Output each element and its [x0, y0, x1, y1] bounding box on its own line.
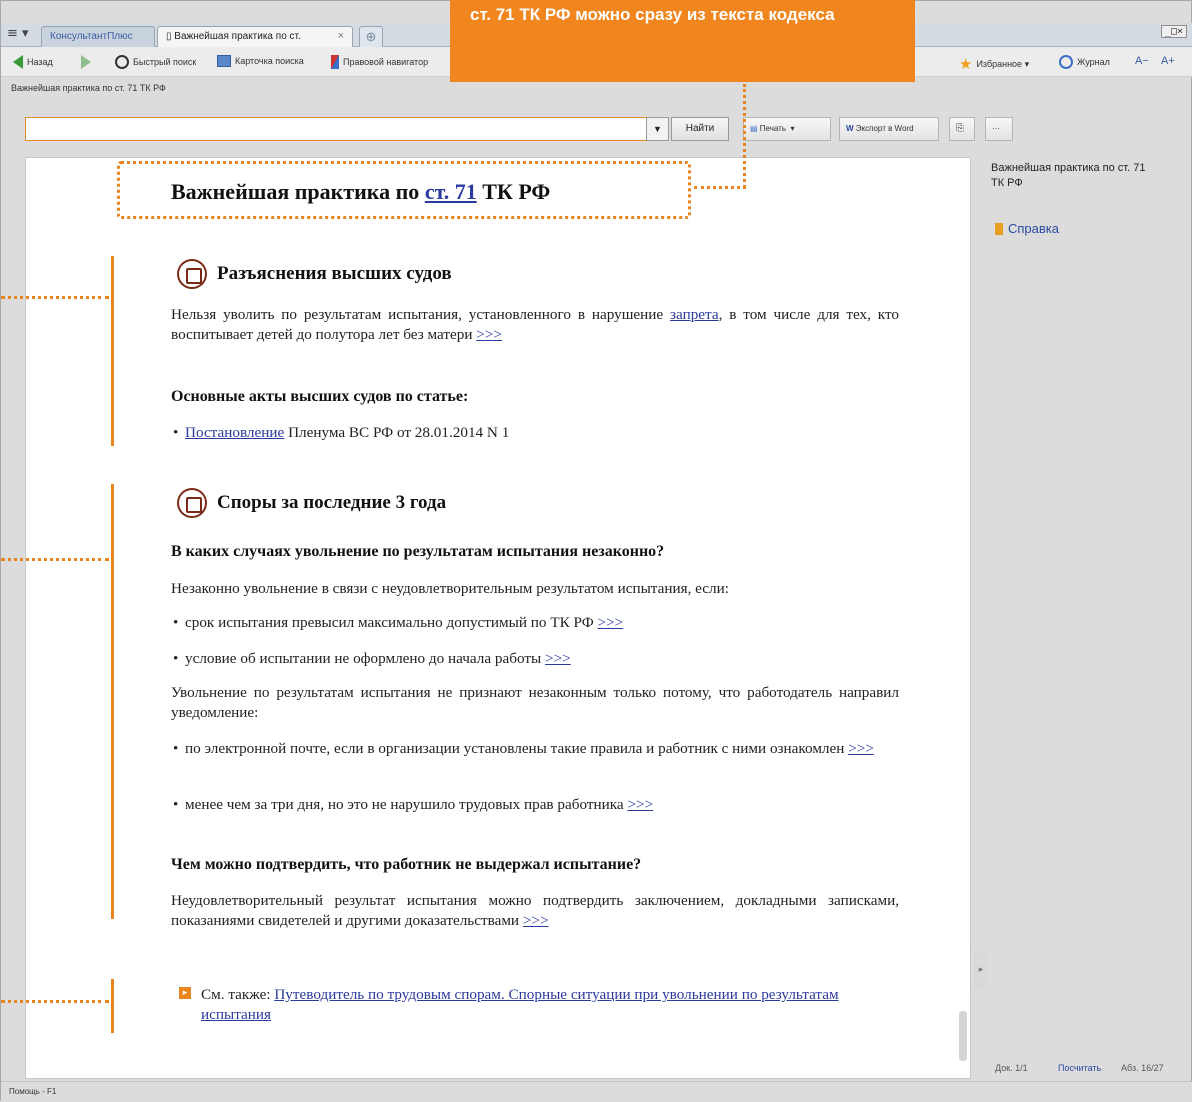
paragraph: Увольнение по результатам испытания не п… [171, 684, 899, 721]
callout-connector [694, 186, 746, 189]
new-tab-icon[interactable]: ⊕ [359, 26, 383, 47]
search-icon [115, 55, 129, 69]
count-link[interactable]: Посчитать [1058, 1063, 1101, 1073]
forward-arrow-icon [81, 55, 91, 69]
paragraph-counter: Абз. 16/27 [1121, 1063, 1164, 1073]
paragraph: Незаконно увольнение в связи с неудовлет… [171, 580, 729, 597]
tab-document[interactable]: ▯ Важнейшая практика по ст. × [157, 26, 353, 47]
forward-button[interactable] [81, 55, 91, 69]
panel-document-title: Важнейшая практика по ст. 71 ТК РФ [991, 162, 1146, 189]
copy-icon[interactable]: ⎘ [949, 117, 975, 141]
book-icon [995, 222, 1003, 235]
scales-icon [177, 259, 207, 289]
callout-box: ст. 71 ТК РФ можно сразу из текста кодек… [450, 0, 915, 82]
list-item: условие об испытании не оформлено до нач… [173, 649, 899, 669]
tab-label: Важнейшая практика по ст. [174, 31, 301, 42]
print-icon: ▤ [750, 124, 758, 133]
section-marker-disputes [111, 484, 114, 919]
list-item: срок испытания превысил максимально допу… [173, 613, 899, 633]
print-button[interactable]: ▤ Печать ▾ [743, 117, 831, 141]
close-icon[interactable]: × [338, 27, 344, 46]
acts-heading: Основные акты высших судов по статье: [171, 388, 469, 405]
quick-search-button[interactable]: Быстрый поиск [115, 55, 196, 69]
doc-counter: Док. 1/1 [995, 1063, 1028, 1073]
window-controls[interactable]: _□× [1160, 25, 1187, 38]
menu-icon[interactable]: ≡ ▾ [7, 26, 37, 44]
breadcrumb: Важнейшая практика по ст. 71 ТК РФ [11, 83, 166, 93]
section-marker-see-also [111, 979, 114, 1033]
back-arrow-icon [13, 55, 23, 69]
question-heading: Чем можно подтвердить, что работник не в… [171, 856, 642, 873]
callout-connector [1, 296, 109, 299]
prohibition-link[interactable]: запрета [670, 306, 719, 323]
status-bar: Помощь - F1 [1, 1081, 1192, 1102]
search-card-button[interactable]: Карточка поиска [217, 55, 304, 67]
callout-connector [1, 558, 109, 561]
font-increase-button[interactable]: A+ [1161, 55, 1175, 67]
more-link[interactable]: >>> [545, 650, 571, 667]
section-heading-disputes: Споры за последние 3 года [177, 488, 446, 518]
help-link[interactable]: Справка [995, 221, 1059, 236]
more-link[interactable]: >>> [476, 326, 502, 343]
favorites-button[interactable]: ★ Избранное ▾ [959, 55, 1029, 73]
callout-connector [1, 1000, 109, 1003]
collapse-panel-icon[interactable]: ▸ [974, 951, 988, 989]
search-input[interactable] [25, 117, 669, 141]
tab-consultant[interactable]: КонсультантПлюс [41, 26, 155, 47]
font-decrease-button[interactable]: A− [1135, 55, 1149, 67]
list-item: менее чем за три дня, но это не нарушило… [173, 795, 899, 815]
guide-link[interactable]: Путеводитель по трудовым спорам. Спорные… [201, 986, 839, 1023]
question-heading: В каких случаях увольнение по результата… [171, 543, 665, 560]
navigator-icon [331, 55, 339, 69]
document-scrollbar[interactable] [959, 1011, 967, 1061]
list-item: по электронной почте, если в организации… [173, 739, 899, 759]
search-dropdown[interactable]: ▼ [646, 117, 669, 141]
star-icon: ★ [959, 55, 973, 73]
callout-connector [743, 84, 746, 188]
back-button[interactable]: Назад [13, 55, 53, 69]
section-marker-courts [111, 256, 114, 446]
gavel-icon [177, 488, 207, 518]
paragraph: Нельзя уволить по результатам испытания,… [171, 306, 900, 343]
see-also: См. также: Путеводитель по трудовым спор… [201, 986, 839, 1023]
resolution-link[interactable]: Постановление [185, 424, 284, 441]
more-link[interactable]: >>> [848, 740, 874, 757]
article-link[interactable]: ст. 71 [425, 179, 477, 204]
more-link[interactable]: >>> [627, 796, 653, 813]
more-button[interactable]: ··· [985, 117, 1013, 141]
document-title: Важнейшая практика по ст. 71 ТК РФ [171, 179, 551, 204]
more-link[interactable]: >>> [523, 912, 549, 929]
export-word-button[interactable]: W Экспорт в Word [839, 117, 939, 141]
app-window: ≡ ▾ КонсультантПлюс ▯ Важнейшая практика… [0, 0, 1192, 1102]
paragraph: Неудовлетворительный результат испытания… [171, 892, 899, 929]
card-icon [217, 55, 231, 67]
legal-navigator-button[interactable]: Правовой навигатор [331, 55, 428, 69]
tab-label: КонсультантПлюс [50, 31, 133, 42]
arrow-right-icon: ▸ [179, 987, 191, 999]
more-link[interactable]: >>> [598, 614, 624, 631]
journal-button[interactable]: Журнал [1059, 55, 1110, 69]
word-icon: W [846, 124, 854, 133]
clock-icon [1059, 55, 1073, 69]
list-item: Постановление Пленума ВС РФ от 28.01.201… [173, 423, 899, 443]
section-heading-courts: Разъяснения высших судов [177, 259, 452, 289]
find-button[interactable]: Найти [671, 117, 729, 141]
